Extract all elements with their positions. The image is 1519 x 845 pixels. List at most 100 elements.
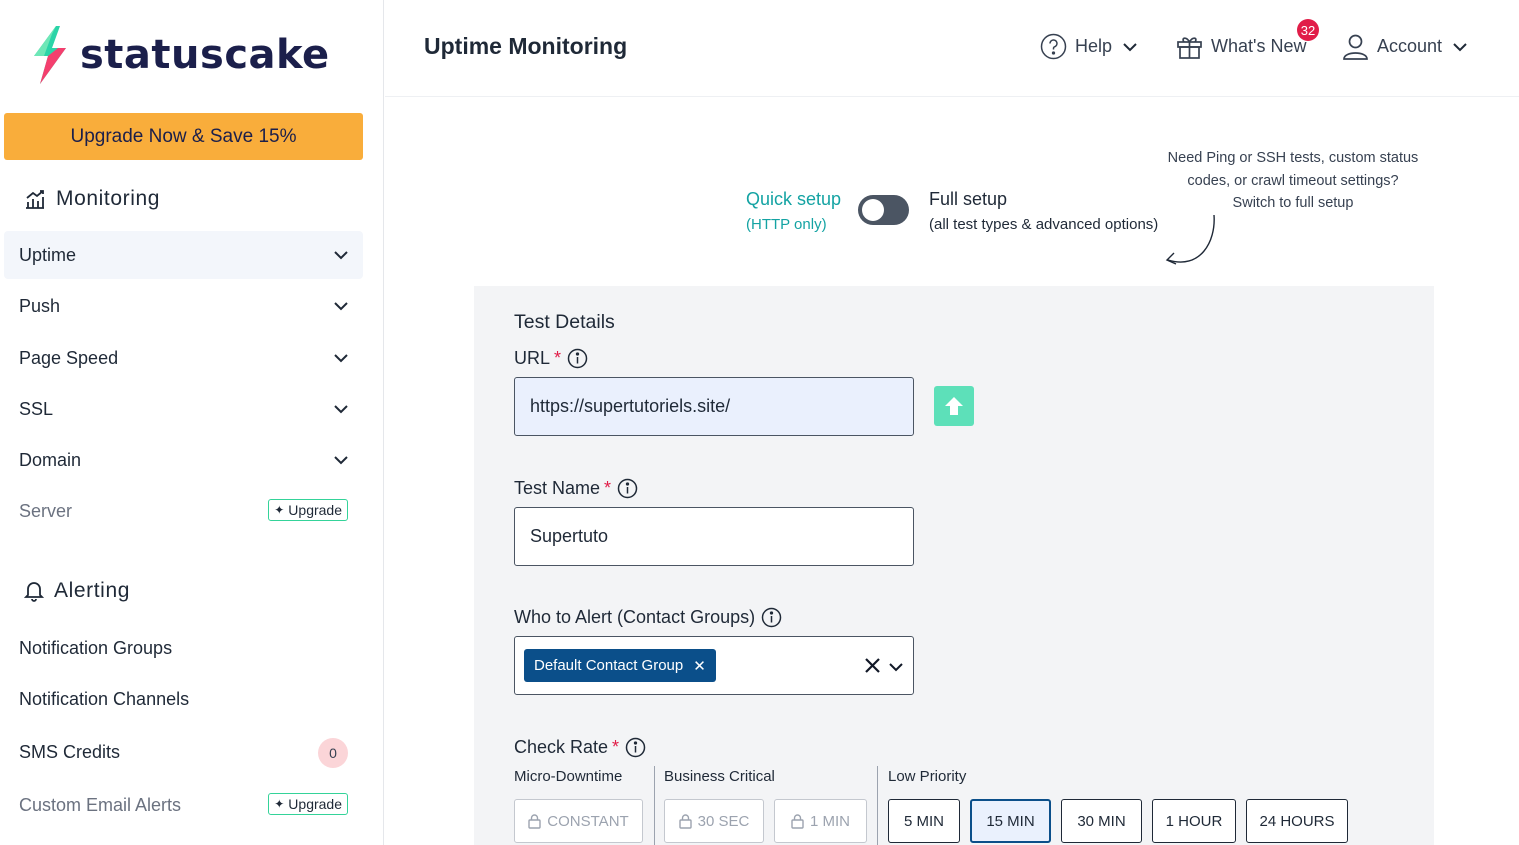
rate-5-min-button[interactable]: 5 MIN: [888, 799, 960, 843]
quick-setup-label: Quick setup: [746, 189, 842, 209]
group-divider: [654, 766, 655, 845]
sms-credits-count-badge: 0: [318, 738, 348, 768]
info-icon[interactable]: [625, 737, 646, 758]
rate-constant-button[interactable]: CONSTANT: [514, 799, 643, 843]
clear-selection-icon[interactable]: [864, 657, 881, 674]
info-icon[interactable]: [567, 348, 588, 369]
upgrade-badge-label: Upgrade: [288, 796, 342, 812]
url-input[interactable]: https://supertutoriels.site/: [514, 377, 914, 436]
sidebar-item-page-speed[interactable]: Page Speed: [4, 334, 363, 382]
test-name-label: Test Name *: [514, 478, 638, 499]
account-label: Account: [1377, 36, 1443, 56]
sparkle-icon: ✦: [274, 797, 285, 811]
upgrade-now-label: Upgrade Now & Save 15%: [70, 125, 297, 147]
test-details-title: Test Details: [514, 311, 615, 333]
rate-30-min-button[interactable]: 30 MIN: [1061, 799, 1142, 843]
sidebar-item-push[interactable]: Push: [4, 282, 363, 330]
sidebar-item-label: SSL: [19, 398, 54, 419]
rate-15-min-button[interactable]: 15 MIN: [970, 799, 1051, 843]
chevron-down-icon: [334, 302, 348, 311]
rate-24-hours-button[interactable]: 24 HOURS: [1246, 799, 1348, 843]
sidebar-item-domain[interactable]: Domain: [4, 436, 363, 484]
sidebar-item-label: Notification Channels: [19, 688, 190, 709]
account-menu-button[interactable]: Account: [1342, 33, 1468, 60]
sparkle-icon: ✦: [274, 503, 285, 517]
full-setup-option[interactable]: Full setup (all test types & advanced op…: [929, 189, 1158, 233]
full-setup-label: Full setup: [929, 189, 1008, 209]
setup-mode-toggle[interactable]: [858, 195, 909, 225]
whats-new-button[interactable]: What's New: [1176, 33, 1306, 60]
rate-label: 1 HOUR: [1165, 812, 1223, 830]
sidebar: statuscake Upgrade Now & Save 15% Monito…: [0, 0, 384, 845]
rate-1-hour-button[interactable]: 1 HOUR: [1152, 799, 1236, 843]
info-icon[interactable]: [761, 607, 782, 628]
info-icon[interactable]: [617, 478, 638, 499]
chevron-down-icon: [1123, 42, 1137, 51]
sidebar-item-notification-groups[interactable]: Notification Groups: [4, 624, 363, 672]
upgrade-now-button[interactable]: Upgrade Now & Save 15%: [4, 113, 363, 160]
server-upgrade-badge[interactable]: ✦ Upgrade: [268, 499, 348, 521]
statuscake-logo[interactable]: statuscake: [30, 26, 330, 84]
chevron-down-icon[interactable]: [888, 659, 904, 675]
group-divider: [877, 766, 878, 845]
url-label-text: URL: [514, 348, 551, 368]
rate-label: 30 SEC: [697, 812, 750, 830]
check-rate-label: Check Rate *: [514, 737, 646, 758]
gift-icon: [1177, 37, 1202, 59]
toggle-knob: [862, 199, 884, 221]
full-setup-sublabel: (all test types & advanced options): [929, 216, 1159, 233]
alerting-title-text: Alerting: [54, 579, 131, 602]
contact-groups-label: Who to Alert (Contact Groups): [514, 607, 782, 628]
sidebar-item-uptime[interactable]: Uptime: [4, 231, 363, 279]
quick-setup-option[interactable]: Quick setup (HTTP only): [746, 189, 841, 233]
rate-30-sec-button[interactable]: 30 SEC: [664, 799, 764, 843]
rate-label: 1 MIN: [809, 812, 850, 830]
contact-groups-select[interactable]: Default Contact Group ✕: [514, 636, 914, 695]
monitoring-title-text: Monitoring: [56, 187, 161, 210]
sidebar-item-label: Custom Email Alerts: [19, 794, 182, 815]
bell-icon: [24, 582, 44, 602]
whats-new-count-badge: 32: [1297, 19, 1319, 41]
lock-icon: [528, 813, 541, 829]
sidebar-item-label: Server: [19, 500, 73, 521]
sidebar-item-ssl[interactable]: SSL: [4, 385, 363, 433]
help-menu-button[interactable]: Help: [1040, 33, 1138, 60]
test-name-input[interactable]: Supertuto: [514, 507, 914, 566]
page-title: Uptime Monitoring: [424, 33, 628, 59]
rate-label: 30 MIN: [1077, 812, 1126, 830]
chevron-down-icon: [334, 405, 348, 414]
monitoring-section-title: Monitoring: [24, 187, 160, 211]
sidebar-item-label: SMS Credits: [19, 741, 121, 762]
required-asterisk: *: [604, 478, 612, 498]
lightning-bolt-icon: [34, 26, 66, 84]
rate-label: 15 MIN: [986, 812, 1035, 830]
contact-group-chip: Default Contact Group ✕: [524, 649, 716, 682]
sidebar-item-label: Notification Groups: [19, 637, 173, 658]
help-label: Help: [1075, 36, 1113, 56]
chevron-down-icon: [334, 354, 348, 363]
sidebar-item-label: Uptime: [19, 244, 77, 265]
lock-icon: [678, 813, 692, 829]
chevron-down-icon: [1453, 42, 1467, 51]
sidebar-item-sms-credits[interactable]: SMS Credits 0: [4, 728, 363, 776]
full-setup-hint: Need Ping or SSH tests, custom status co…: [1158, 147, 1428, 215]
business-critical-group-label: Business Critical: [664, 768, 775, 785]
hint-line: Need Ping or SSH tests, custom status: [1167, 150, 1419, 166]
monitoring-chart-icon: [26, 190, 44, 209]
chevron-down-icon: [334, 251, 348, 260]
custom-email-upgrade-badge[interactable]: ✦ Upgrade: [268, 793, 348, 815]
micro-downtime-group-label: Micro-Downtime: [514, 768, 623, 785]
alerting-section-title: Alerting: [24, 579, 130, 603]
remove-chip-icon[interactable]: ✕: [693, 657, 706, 675]
rate-1-min-button[interactable]: 1 MIN: [774, 799, 867, 843]
required-asterisk: *: [612, 737, 620, 757]
sidebar-item-notification-channels[interactable]: Notification Channels: [4, 675, 363, 723]
arrow-up-icon: [945, 397, 963, 415]
sidebar-item-custom-email-alerts[interactable]: Custom Email Alerts ✦ Upgrade: [4, 781, 363, 829]
sidebar-item-label: Push: [19, 295, 61, 316]
lock-icon: [791, 813, 804, 829]
hint-line: codes, or crawl timeout settings?: [1187, 172, 1399, 189]
url-submit-button[interactable]: [934, 386, 974, 426]
sidebar-item-server[interactable]: Server ✦ Upgrade: [4, 487, 363, 535]
whats-new-label: What's New: [1211, 36, 1307, 56]
